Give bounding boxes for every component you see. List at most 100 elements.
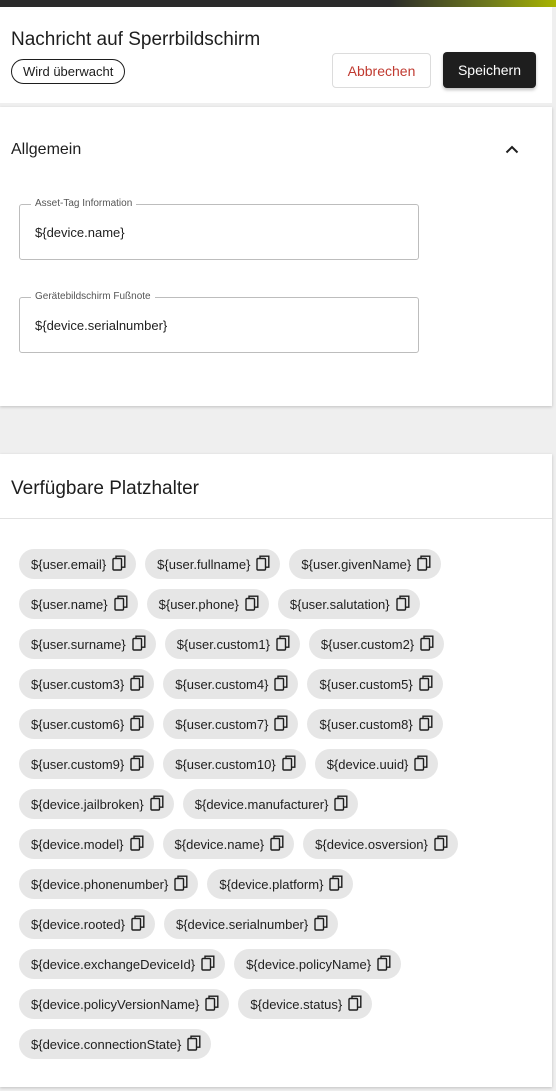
placeholder-chip[interactable]: ${device.policyName} xyxy=(234,949,402,979)
placeholder-chip[interactable]: ${device.uuid} xyxy=(314,749,439,779)
copy-icon[interactable] xyxy=(434,835,450,853)
placeholder-chip[interactable]: ${user.phone} xyxy=(146,589,269,619)
save-button[interactable]: Speichern xyxy=(443,52,536,88)
placeholder-chip-label: ${user.fullname} xyxy=(157,556,251,572)
copy-icon[interactable] xyxy=(377,955,393,973)
copy-icon[interactable] xyxy=(130,715,146,733)
footnote-input[interactable] xyxy=(35,315,405,335)
placeholder-chip[interactable]: ${user.custom10} xyxy=(163,749,306,779)
placeholder-chip[interactable]: ${device.model} xyxy=(19,829,154,859)
placeholder-chip[interactable]: ${user.surname} xyxy=(19,629,156,659)
asset-tag-input[interactable] xyxy=(35,222,405,242)
copy-icon[interactable] xyxy=(274,675,290,693)
placeholder-chip-label: ${device.platform} xyxy=(219,876,324,892)
placeholder-chip[interactable]: ${device.rooted} xyxy=(19,909,155,939)
copy-icon[interactable] xyxy=(174,875,190,893)
copy-icon[interactable] xyxy=(129,835,146,853)
copy-icon[interactable] xyxy=(334,795,350,813)
copy-icon[interactable] xyxy=(150,795,166,813)
placeholder-chip[interactable]: ${user.salutation} xyxy=(277,589,420,619)
placeholder-chip[interactable]: ${user.custom7} xyxy=(163,709,299,739)
copy-icon[interactable] xyxy=(187,1035,203,1053)
copy-icon[interactable] xyxy=(414,755,430,773)
placeholder-chip-row: ${device.connectionState} xyxy=(19,1029,539,1059)
copy-icon[interactable] xyxy=(270,835,286,853)
asset-tag-label: Asset-Tag Information xyxy=(31,198,137,210)
copy-icon[interactable] xyxy=(274,715,290,733)
placeholder-chip[interactable]: ${user.custom5} xyxy=(307,669,443,699)
copy-icon[interactable] xyxy=(329,875,345,893)
copy-icon[interactable] xyxy=(131,915,147,933)
copy-icon[interactable] xyxy=(112,555,128,573)
chevron-up-icon[interactable] xyxy=(502,139,522,159)
placeholder-chip-row: ${device.policyVersionName} ${device.stat… xyxy=(19,989,539,1019)
placeholder-chip-label: ${device.status} xyxy=(250,996,343,1012)
placeholder-chip-row: ${user.custom6} ${user.custom7} ${user.cus… xyxy=(19,709,539,739)
copy-icon[interactable] xyxy=(420,635,436,653)
placeholder-chip[interactable]: ${device.connectionState} xyxy=(19,1029,212,1059)
placeholder-chip[interactable]: ${user.custom6} xyxy=(19,709,155,739)
placeholder-chip[interactable]: ${user.custom8} xyxy=(307,709,443,739)
placeholder-chip-list: ${user.email} ${user.fullname} ${user.give… xyxy=(19,549,539,1069)
placeholder-chip-row: ${user.surname} ${user.custom1} ${user.cus… xyxy=(19,629,539,659)
placeholder-chip[interactable]: ${device.osversion} xyxy=(303,829,458,859)
copy-icon[interactable] xyxy=(419,675,435,693)
copy-icon[interactable] xyxy=(130,675,146,693)
placeholder-chip-label: ${device.osversion} xyxy=(315,836,428,852)
placeholder-chip-label: ${user.custom10} xyxy=(175,756,276,772)
cancel-button[interactable]: Abbrechen xyxy=(332,53,431,88)
copy-icon[interactable] xyxy=(131,635,148,653)
placeholder-chip[interactable]: ${user.fullname} xyxy=(145,549,281,579)
copy-icon[interactable] xyxy=(276,635,292,653)
copy-icon[interactable] xyxy=(417,555,433,573)
placeholder-chip-label: ${user.givenName} xyxy=(301,556,412,572)
placeholder-chip[interactable]: ${user.email} xyxy=(19,549,137,579)
placeholders-section: Verfügbare Platzhalter ${user.email} ${us… xyxy=(0,454,552,1087)
placeholder-chip[interactable]: ${device.status} xyxy=(238,989,373,1019)
placeholder-chip[interactable]: ${user.custom4} xyxy=(163,669,299,699)
placeholder-chip[interactable]: ${user.custom9} xyxy=(19,749,155,779)
placeholder-chip[interactable]: ${device.name} xyxy=(162,829,295,859)
copy-icon[interactable] xyxy=(130,755,146,773)
placeholder-chip-row: ${user.email} ${user.fullname} ${user.give… xyxy=(19,549,539,579)
placeholder-chip[interactable]: ${user.name} xyxy=(19,589,138,619)
section-title-general: Allgemein xyxy=(11,141,82,158)
placeholder-chip-label: ${user.custom1} xyxy=(176,636,270,652)
placeholder-chip-label: ${device.serialnumber} xyxy=(175,916,309,932)
copy-icon[interactable] xyxy=(314,915,330,933)
placeholder-chip[interactable]: ${device.exchangeDeviceId} xyxy=(19,949,226,979)
copy-icon[interactable] xyxy=(256,555,272,573)
placeholder-chip[interactable]: ${user.custom2} xyxy=(308,629,445,659)
page-header: Nachricht auf Sperrbildschirm Wird überw… xyxy=(0,7,552,103)
copy-icon[interactable] xyxy=(395,595,412,613)
placeholder-chip[interactable]: ${device.manufacturer} xyxy=(182,789,359,819)
placeholder-chip[interactable]: ${user.custom3} xyxy=(19,669,155,699)
footnote-label: Gerätebildschirm Fußnote xyxy=(31,291,155,303)
copy-icon[interactable] xyxy=(419,715,435,733)
status-badge: Wird überwacht xyxy=(11,59,126,84)
placeholder-chip-label: ${device.policyVersionName} xyxy=(31,996,200,1012)
copy-icon[interactable] xyxy=(113,595,130,613)
placeholder-chip[interactable]: ${user.givenName} xyxy=(289,549,442,579)
copy-icon[interactable] xyxy=(348,995,364,1013)
placeholder-chip[interactable]: ${device.phonenumber} xyxy=(19,869,199,899)
copy-icon[interactable] xyxy=(201,955,217,973)
placeholder-chip[interactable]: ${device.serialnumber} xyxy=(163,909,339,939)
placeholder-chip[interactable]: ${device.policyVersionName} xyxy=(19,989,230,1019)
asset-tag-field: Asset-Tag Information xyxy=(19,198,419,260)
placeholder-chip-label: ${user.custom9} xyxy=(31,756,125,772)
top-accent-bar xyxy=(0,0,556,7)
copy-icon[interactable] xyxy=(205,995,221,1013)
copy-icon[interactable] xyxy=(282,755,298,773)
placeholder-chip-label: ${user.custom7} xyxy=(175,716,269,732)
placeholder-chip[interactable]: ${device.jailbroken} xyxy=(19,789,174,819)
placeholder-chip[interactable]: ${user.custom1} xyxy=(164,629,300,659)
placeholder-chip-label: ${device.model} xyxy=(31,836,124,852)
placeholder-chip-label: ${device.phonenumber} xyxy=(31,876,169,892)
footnote-field: Gerätebildschirm Fußnote xyxy=(19,291,419,353)
placeholder-chip-label: ${device.manufacturer} xyxy=(194,796,329,812)
placeholder-chip-row: ${user.custom9} ${user.custom10} ${device.… xyxy=(19,749,539,779)
placeholder-chip-row: ${device.model} ${device.name} ${device.os… xyxy=(19,829,539,859)
copy-icon[interactable] xyxy=(245,595,261,613)
placeholder-chip[interactable]: ${device.platform} xyxy=(207,869,354,899)
